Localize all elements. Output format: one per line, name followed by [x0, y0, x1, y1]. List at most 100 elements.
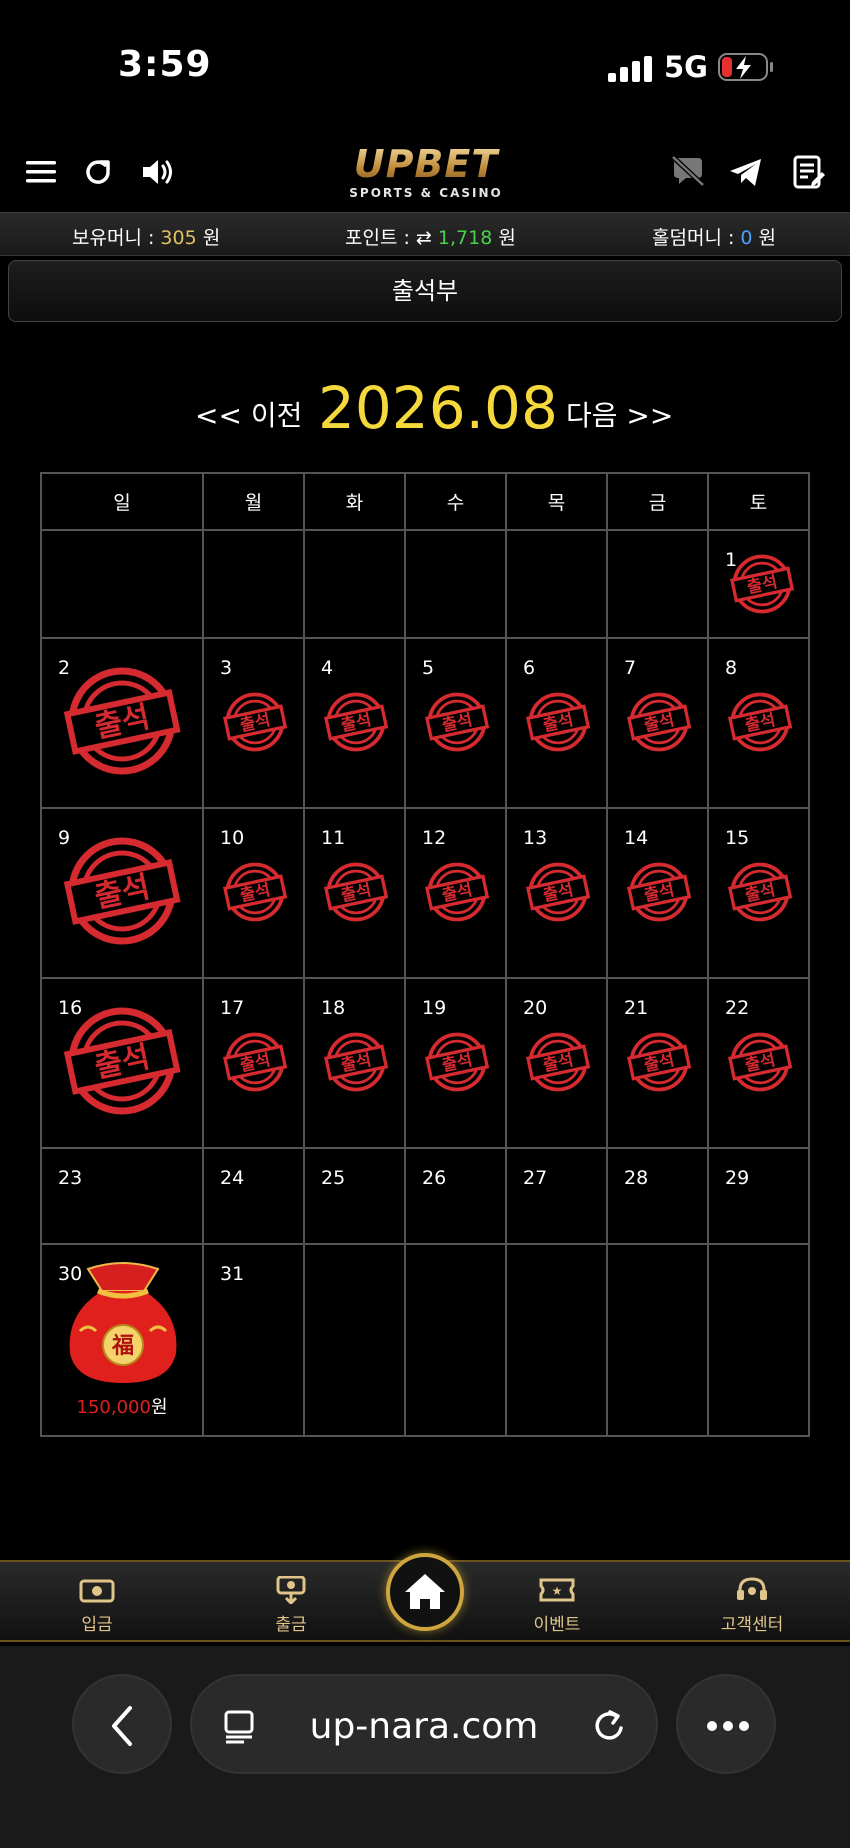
hamburger-menu-icon[interactable] [22, 152, 62, 192]
attendance-stamp: 출석 [63, 1007, 181, 1115]
prize-value: 150,000 [76, 1397, 151, 1418]
calendar-day-cell: 19 출석 [404, 977, 507, 1149]
upbet-logo: UPBET SPORTS & CASINO [336, 144, 516, 204]
calendar-empty-cell [404, 1243, 507, 1437]
calendar-day-cell: 13 출석 [505, 807, 608, 979]
logo-main-text: UPBET [336, 144, 516, 184]
day-number: 5 [422, 657, 435, 679]
headset-icon [737, 1577, 767, 1600]
calendar-day-cell: 8 출석 [707, 637, 810, 809]
points[interactable]: 포인트 : ⇄ 1,718 원 [345, 223, 516, 250]
calendar-day-cell: 29 [707, 1147, 810, 1245]
calendar-week-row: 2 출석 3 출석 4 출석 5 출석 6 출석 7 출석 8 출석 [40, 637, 810, 809]
address-bar[interactable]: up-nara.com [190, 1674, 658, 1774]
attendance-stamp: 출석 [526, 1032, 591, 1092]
calendar-week-row: 30 福 150,000원 31 [40, 1243, 810, 1437]
calendar-day-cell: 7 출석 [606, 637, 709, 809]
bet-slip-icon[interactable] [788, 152, 828, 192]
calendar-week-row: 16 출석 17 출석 18 출석 19 출석 20 출석 21 출석 22 출석 [40, 977, 810, 1149]
holdem-money-unit: 원 [752, 227, 777, 249]
withdraw-label: 출금 [275, 1615, 307, 1635]
browser-more-button[interactable] [676, 1674, 776, 1774]
calendar-day-cell: 1 출석 [707, 529, 810, 639]
exchange-icon[interactable]: ⇄ [416, 227, 438, 249]
telegram-icon[interactable] [726, 152, 766, 192]
calendar-day-cell: 14 출석 [606, 807, 709, 979]
calendar-day-cell: 6 출석 [505, 637, 608, 809]
calendar-empty-cell [505, 529, 608, 639]
attendance-stamp: 출석 [627, 1032, 692, 1092]
day-number: 26 [422, 1167, 447, 1189]
balance-bar: 보유머니 : 305 원 포인트 : ⇄ 1,718 원 홀덤머니 : 0 원 [0, 212, 850, 256]
deposit-nav[interactable]: 입금 [47, 1576, 147, 1635]
day-number: 31 [220, 1263, 245, 1285]
calendar-day-cell: 12 출석 [404, 807, 507, 979]
day-number: 24 [220, 1167, 245, 1189]
attendance-stamp: 출석 [324, 1032, 389, 1092]
refresh-icon[interactable] [78, 152, 118, 192]
day-number: 7 [624, 657, 637, 679]
day-number: 29 [725, 1167, 750, 1189]
attendance-stamp: 출석 [526, 862, 591, 922]
reload-icon[interactable] [590, 1706, 630, 1746]
month-navigation: << 이전 2026.08 다음 >> [0, 370, 850, 442]
calendar-empty-cell [40, 529, 204, 639]
support-nav[interactable]: 고객센터 [702, 1576, 802, 1635]
current-month: 2026.08 [318, 374, 558, 442]
day-number: 27 [523, 1167, 548, 1189]
deposit-icon [79, 1579, 115, 1603]
holdem-money-label: 홀덤머니 : [652, 227, 741, 249]
weekday-mon: 월 [202, 472, 305, 531]
calendar-day-cell: 24 [202, 1147, 305, 1245]
day-number: 25 [321, 1167, 346, 1189]
calendar-empty-cell [505, 1243, 608, 1437]
withdraw-nav[interactable]: 출금 [241, 1576, 341, 1635]
day-number: 28 [624, 1167, 649, 1189]
withdraw-icon [276, 1576, 306, 1604]
day-number: 20 [523, 997, 548, 1019]
svg-text:福: 福 [111, 1333, 134, 1359]
day-number: 6 [523, 657, 536, 679]
calendar-week-row: 23 24 25 26 27 28 29 [40, 1147, 810, 1245]
calendar-day-cell: 4 출석 [303, 637, 406, 809]
home-icon [405, 1574, 445, 1609]
calendar-day-cell: 20 출석 [505, 977, 608, 1149]
logo-sub-text: SPORTS & CASINO [349, 186, 503, 200]
page-title: 출석부 [8, 260, 842, 322]
day-number: 4 [321, 657, 334, 679]
support-label: 고객센터 [720, 1615, 784, 1635]
attendance-stamp: 출석 [728, 862, 793, 922]
chat-off-icon[interactable] [668, 152, 708, 192]
calendar-day-cell: 11 출석 [303, 807, 406, 979]
browser-toolbar: up-nara.com [0, 1646, 850, 1848]
calendar-day-cell: 28 [606, 1147, 709, 1245]
calendar-day-cell: 23 [40, 1147, 204, 1245]
day-number: 10 [220, 827, 245, 849]
sound-icon[interactable] [138, 152, 178, 192]
attendance-stamp: 출석 [627, 862, 692, 922]
attendance-stamp: 출석 [425, 692, 490, 752]
held-money-label: 보유머니 : [72, 227, 161, 249]
weekday-fri: 금 [606, 472, 709, 531]
home-button[interactable] [386, 1553, 464, 1631]
browser-back-button[interactable] [72, 1674, 172, 1774]
day-number: 17 [220, 997, 245, 1019]
prev-month-button[interactable]: << 이전 [195, 394, 302, 434]
day-number: 12 [422, 827, 447, 849]
day-number: 18 [321, 997, 346, 1019]
day-number: 23 [58, 1167, 83, 1189]
status-time: 3:59 [118, 44, 212, 85]
attendance-stamp: 출석 [324, 692, 389, 752]
day-number: 11 [321, 827, 346, 849]
calendar-empty-cell [303, 1243, 406, 1437]
points-value: 1,718 [437, 227, 493, 249]
weekday-sat: 토 [707, 472, 810, 531]
event-nav[interactable]: ★ 이벤트 [507, 1576, 607, 1635]
calendar-day-cell: 17 출석 [202, 977, 305, 1149]
calendar-empty-cell [303, 529, 406, 639]
svg-text:★: ★ [552, 1584, 563, 1598]
calendar-day-cell: 15 출석 [707, 807, 810, 979]
calendar-day-cell: 18 출석 [303, 977, 406, 1149]
day-number: 15 [725, 827, 750, 849]
next-month-button[interactable]: 다음 >> [566, 394, 673, 434]
